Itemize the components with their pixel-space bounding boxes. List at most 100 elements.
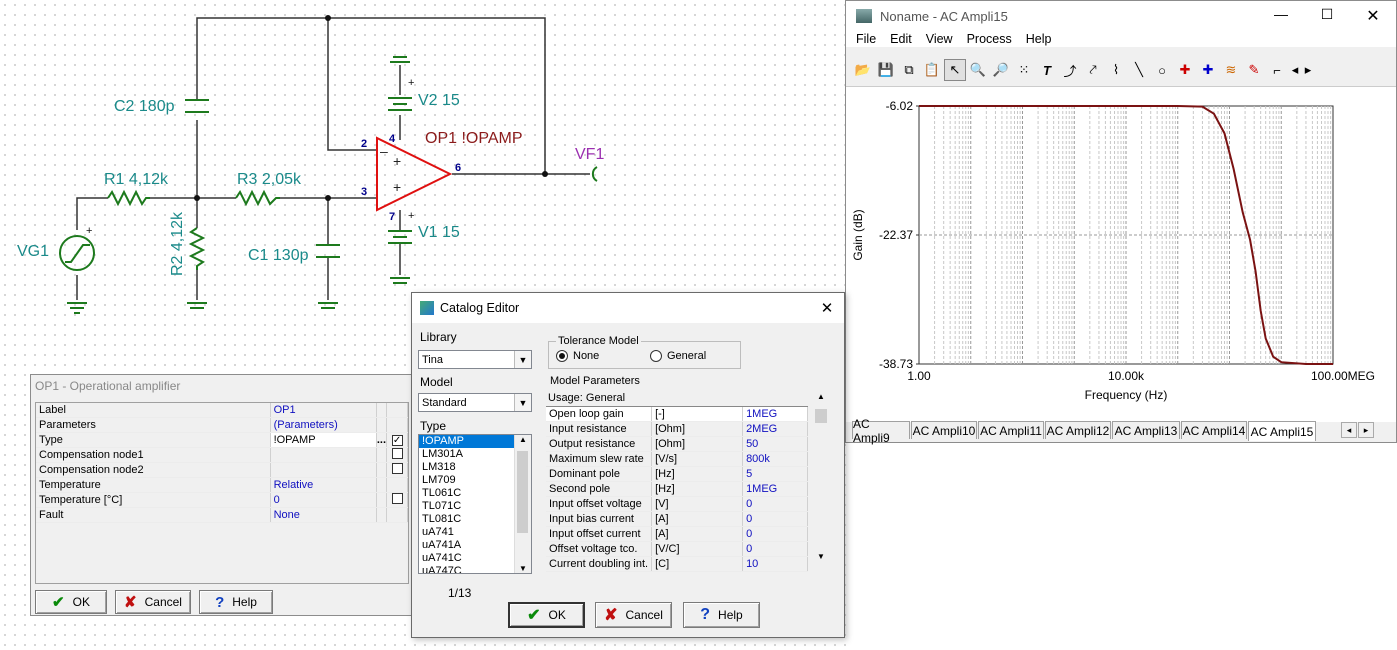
props-row[interactable]: Temperature [°C] 0 [36, 492, 408, 508]
type-scrollbar[interactable]: ▲ ▼ [514, 435, 531, 573]
pointer-icon[interactable]: ↖ [944, 59, 966, 81]
param-value[interactable]: 10 [742, 556, 808, 572]
param-value[interactable]: 1MEG [742, 407, 808, 422]
props-row[interactable]: Compensation node1 [36, 447, 408, 463]
props-row[interactable]: Temperature Relative [36, 477, 408, 493]
param-row[interactable]: Input resistance [Ohm] 2MEG [546, 421, 808, 437]
tol-general-radio[interactable]: General [650, 350, 706, 362]
props-cancel-button[interactable]: ✘ Cancel [115, 590, 191, 614]
tab-ac-ampli9[interactable]: AC Ampli9 [852, 417, 910, 445]
circle-icon[interactable]: ○ [1151, 59, 1173, 81]
library-select[interactable]: Tina ▼ [418, 350, 532, 369]
curve-label-icon[interactable]: ⤴ [1059, 59, 1081, 81]
param-row[interactable]: Input bias current [A] 0 [546, 511, 808, 527]
zoom-in-icon[interactable]: 🔍 [967, 59, 989, 81]
param-value[interactable]: 1MEG [742, 481, 808, 497]
menu-help[interactable]: Help [1019, 32, 1059, 46]
param-value[interactable]: 0 [742, 496, 808, 512]
type-list-item[interactable]: uA741C [419, 552, 516, 565]
curves-icon[interactable]: ≋ [1220, 59, 1242, 81]
type-scroll-thumb[interactable] [517, 451, 528, 533]
param-row[interactable]: Current doubling int. [C] 10 [546, 556, 808, 572]
type-list-item[interactable]: uA741 [419, 526, 516, 539]
prop-value[interactable]: OP1 [270, 403, 377, 418]
prop-value[interactable] [270, 462, 377, 478]
param-row[interactable]: Input offset current [A] 0 [546, 526, 808, 542]
props-ok-button[interactable]: ✔ OK [35, 590, 107, 614]
menu-edit[interactable]: Edit [883, 32, 919, 46]
param-row[interactable]: Input offset voltage [V] 0 [546, 496, 808, 512]
line-icon[interactable]: ╲ [1128, 59, 1150, 81]
model-select[interactable]: Standard ▼ [418, 393, 532, 412]
catalog-cancel-button[interactable]: ✘ Cancel [595, 602, 672, 628]
scroll-up-icon[interactable]: ▲ [515, 435, 531, 444]
props-row[interactable]: Type !OPAMP... ✓ [36, 432, 408, 448]
prop-value[interactable]: !OPAMP [270, 432, 377, 448]
step-icon[interactable]: ⌐ [1266, 59, 1288, 81]
catalog-close-icon[interactable]: ✕ [810, 299, 844, 317]
close-icon[interactable]: ✕ [1350, 6, 1396, 26]
type-list-item[interactable]: TL071C [419, 500, 516, 513]
prop-value[interactable]: Relative [270, 477, 377, 493]
menu-file[interactable]: File [849, 32, 883, 46]
params-scroll-up-icon[interactable]: ▲ [813, 392, 829, 401]
zoom-out-icon[interactable]: 🔎 [990, 59, 1012, 81]
type-list-item[interactable]: TL061C [419, 487, 516, 500]
prop-value[interactable]: (Parameters) [270, 417, 377, 433]
catalog-help-button[interactable]: ? Help [683, 602, 760, 628]
ellipsis-icon[interactable]: ... [376, 432, 388, 448]
menu-process[interactable]: Process [960, 32, 1019, 46]
param-value[interactable]: 5 [742, 466, 808, 482]
checkbox[interactable] [391, 463, 403, 474]
tab-ac-ampli14[interactable]: AC Ampli14 [1181, 421, 1247, 439]
type-list[interactable]: !OPAMP LM301A LM318 LM709 TL061C TL071C TL081C… [418, 434, 532, 574]
param-row[interactable]: Second pole [Hz] 1MEG [546, 481, 808, 497]
open-icon[interactable]: 📂 [852, 59, 874, 81]
copy-icon[interactable]: ⧉ [898, 59, 920, 81]
tab-ac-ampli13[interactable]: AC Ampli13 [1112, 421, 1180, 439]
props-row[interactable]: Fault None [36, 507, 408, 523]
scroll-down-icon[interactable]: ▼ [515, 564, 531, 573]
cursor-b-icon[interactable]: ✚ [1197, 59, 1219, 81]
tab-ac-ampli11[interactable]: AC Ampli11 [978, 421, 1044, 439]
param-row[interactable]: Maximum slew rate [V/s] 800k [546, 451, 808, 467]
checkbox[interactable]: ✓ [391, 435, 403, 446]
curve-arrow-icon[interactable]: ⤤ [1082, 59, 1104, 81]
props-help-button[interactable]: ? Help [199, 590, 273, 614]
param-value[interactable]: 2MEG [742, 421, 808, 437]
tab-scroll-right-icon[interactable]: ▸ [1358, 422, 1374, 438]
probe-icon[interactable]: ✎ [1243, 59, 1265, 81]
checkbox[interactable] [391, 493, 403, 504]
tab-ac-ampli10[interactable]: AC Ampli10 [911, 421, 977, 439]
checkbox[interactable] [391, 448, 403, 459]
type-list-item[interactable]: LM709 [419, 474, 516, 487]
prop-value[interactable] [270, 447, 377, 463]
param-value[interactable]: 800k [742, 451, 808, 467]
param-row[interactable]: Offset voltage tco. [V/C] 0 [546, 541, 808, 557]
text-icon[interactable]: T [1036, 59, 1058, 81]
type-list-item[interactable]: uA741A [419, 539, 516, 552]
param-value[interactable]: 0 [742, 511, 808, 527]
param-row[interactable]: Output resistance [Ohm] 50 [546, 436, 808, 452]
minimize-icon[interactable]: — [1258, 6, 1304, 26]
scroll-left-icon[interactable]: ◂ [1289, 59, 1301, 81]
scroll-right-icon[interactable]: ▸ [1302, 59, 1314, 81]
params-scroll-thumb[interactable] [815, 409, 827, 423]
type-list-item[interactable]: LM301A [419, 448, 516, 461]
maximize-icon[interactable]: ☐ [1304, 6, 1350, 26]
type-list-item[interactable]: !OPAMP [419, 435, 516, 448]
tab-scroll-left-icon[interactable]: ◂ [1341, 422, 1357, 438]
tol-none-radio[interactable]: None [556, 350, 599, 362]
param-value[interactable]: 0 [742, 526, 808, 542]
params-scrollbar[interactable]: ▲ ▼ [813, 392, 829, 573]
param-row[interactable]: Dominant pole [Hz] 5 [546, 466, 808, 482]
param-row[interactable]: Open loop gain [-] 1MEG [546, 407, 808, 422]
params-scroll-down-icon[interactable]: ▼ [813, 552, 829, 561]
cursor-a-icon[interactable]: ✚ [1174, 59, 1196, 81]
prop-value[interactable]: None [270, 507, 377, 523]
prop-value[interactable]: 0 [270, 492, 377, 508]
menu-view[interactable]: View [919, 32, 960, 46]
catalog-ok-button[interactable]: ✔ OK [508, 602, 585, 628]
props-row[interactable]: Label OP1 [36, 403, 408, 418]
type-list-item[interactable]: LM318 [419, 461, 516, 474]
